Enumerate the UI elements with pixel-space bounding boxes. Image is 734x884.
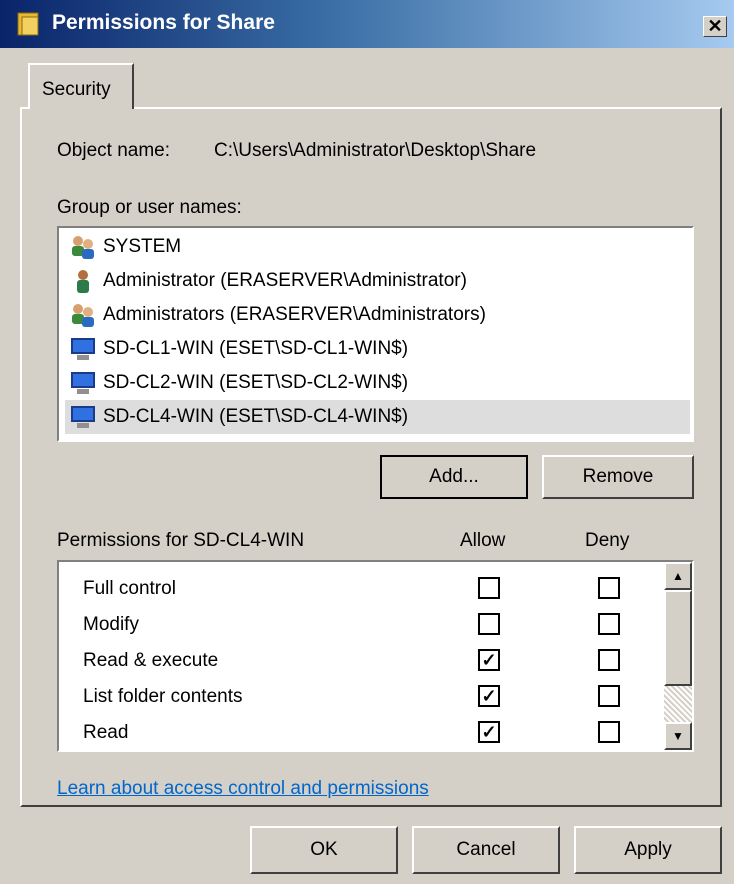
permissions-header: Permissions for SD-CL4-WIN — [57, 530, 305, 551]
group-icon — [72, 304, 94, 327]
close-button[interactable]: ✕ — [703, 16, 727, 37]
permission-row: Full control — [59, 570, 659, 606]
ok-button-label: OK — [310, 839, 338, 860]
deny-header: Deny — [585, 530, 630, 551]
list-item-label: SYSTEM — [103, 236, 182, 257]
computer-icon — [71, 338, 95, 360]
list-item-label: SD-CL2-WIN (ESET\SD-CL2-WIN$) — [103, 372, 409, 393]
scroll-thumb[interactable] — [664, 590, 692, 686]
permission-row: List folder contents ✓ — [59, 678, 659, 714]
allow-checkbox[interactable]: ✓ — [478, 685, 500, 707]
list-item[interactable]: Administrator (ERASERVER\Administrator) — [67, 264, 688, 298]
list-item-selected[interactable]: SD-CL4-WIN (ESET\SD-CL4-WIN$) — [65, 400, 690, 434]
permission-name: List folder contents — [83, 686, 243, 707]
ok-button[interactable]: OK — [250, 826, 398, 874]
computer-icon — [71, 372, 95, 394]
deny-checkbox[interactable] — [598, 721, 620, 743]
tab-label: Security — [42, 79, 111, 100]
permission-row: Read & execute ✓ — [59, 642, 659, 678]
list-item[interactable]: SD-CL1-WIN (ESET\SD-CL1-WIN$) — [67, 332, 688, 366]
scrollbar[interactable]: ▲ ▼ — [664, 562, 692, 750]
cancel-button-label: Cancel — [456, 839, 516, 860]
list-item-label: SD-CL4-WIN (ESET\SD-CL4-WIN$) — [103, 406, 409, 427]
permission-name: Full control — [83, 578, 176, 599]
computer-icon — [71, 406, 95, 428]
add-button[interactable]: Add... — [380, 455, 528, 499]
scroll-down-button[interactable]: ▼ — [664, 722, 692, 750]
permission-row: Read ✓ — [59, 714, 659, 750]
access-control-help-link[interactable]: Learn about access control and permissio… — [57, 778, 429, 800]
cancel-button[interactable]: Cancel — [412, 826, 560, 874]
tab-security[interactable]: Security — [28, 63, 134, 109]
list-item-label: SD-CL1-WIN (ESET\SD-CL1-WIN$) — [103, 338, 409, 359]
list-item-label: Administrators (ERASERVER\Administrators… — [103, 304, 486, 325]
apply-button[interactable]: Apply — [574, 826, 722, 874]
title-bar: Permissions for Share ✕ — [0, 0, 734, 48]
deny-checkbox[interactable] — [598, 649, 620, 671]
folder-icon — [17, 12, 39, 36]
allow-checkbox[interactable]: ✓ — [478, 721, 500, 743]
permissions-list: Full control Modify Read & execute ✓ Lis… — [57, 560, 694, 752]
remove-button[interactable]: Remove — [542, 455, 694, 499]
list-item[interactable]: Administrators (ERASERVER\Administrators… — [67, 298, 688, 332]
permission-name: Modify — [83, 614, 139, 635]
deny-checkbox[interactable] — [598, 685, 620, 707]
group-user-list[interactable]: SYSTEM Administrator (ERASERVER\Administ… — [57, 226, 694, 442]
permission-row: Modify — [59, 606, 659, 642]
object-name-label: Object name: — [57, 140, 170, 161]
allow-checkbox[interactable] — [478, 613, 500, 635]
scroll-track[interactable] — [664, 686, 692, 722]
user-icon — [77, 270, 89, 293]
allow-checkbox[interactable] — [478, 577, 500, 599]
deny-checkbox[interactable] — [598, 613, 620, 635]
list-item-label: Administrator (ERASERVER\Administrator) — [103, 270, 467, 291]
apply-button-label: Apply — [624, 839, 672, 860]
object-name-value: C:\Users\Administrator\Desktop\Share — [214, 140, 537, 161]
remove-button-label: Remove — [582, 466, 654, 487]
permission-name: Read & execute — [83, 650, 219, 671]
allow-header: Allow — [460, 530, 506, 551]
group-icon — [72, 236, 94, 259]
scroll-up-button[interactable]: ▲ — [664, 562, 692, 590]
add-button-label: Add... — [429, 466, 479, 487]
list-item[interactable]: SD-CL2-WIN (ESET\SD-CL2-WIN$) — [67, 366, 688, 400]
allow-checkbox[interactable]: ✓ — [478, 649, 500, 671]
permission-name: Read — [83, 722, 129, 743]
groups-label: Group or user names: — [57, 197, 242, 218]
list-item[interactable]: SYSTEM — [67, 230, 688, 264]
window-title: Permissions for Share — [52, 11, 275, 34]
deny-checkbox[interactable] — [598, 577, 620, 599]
